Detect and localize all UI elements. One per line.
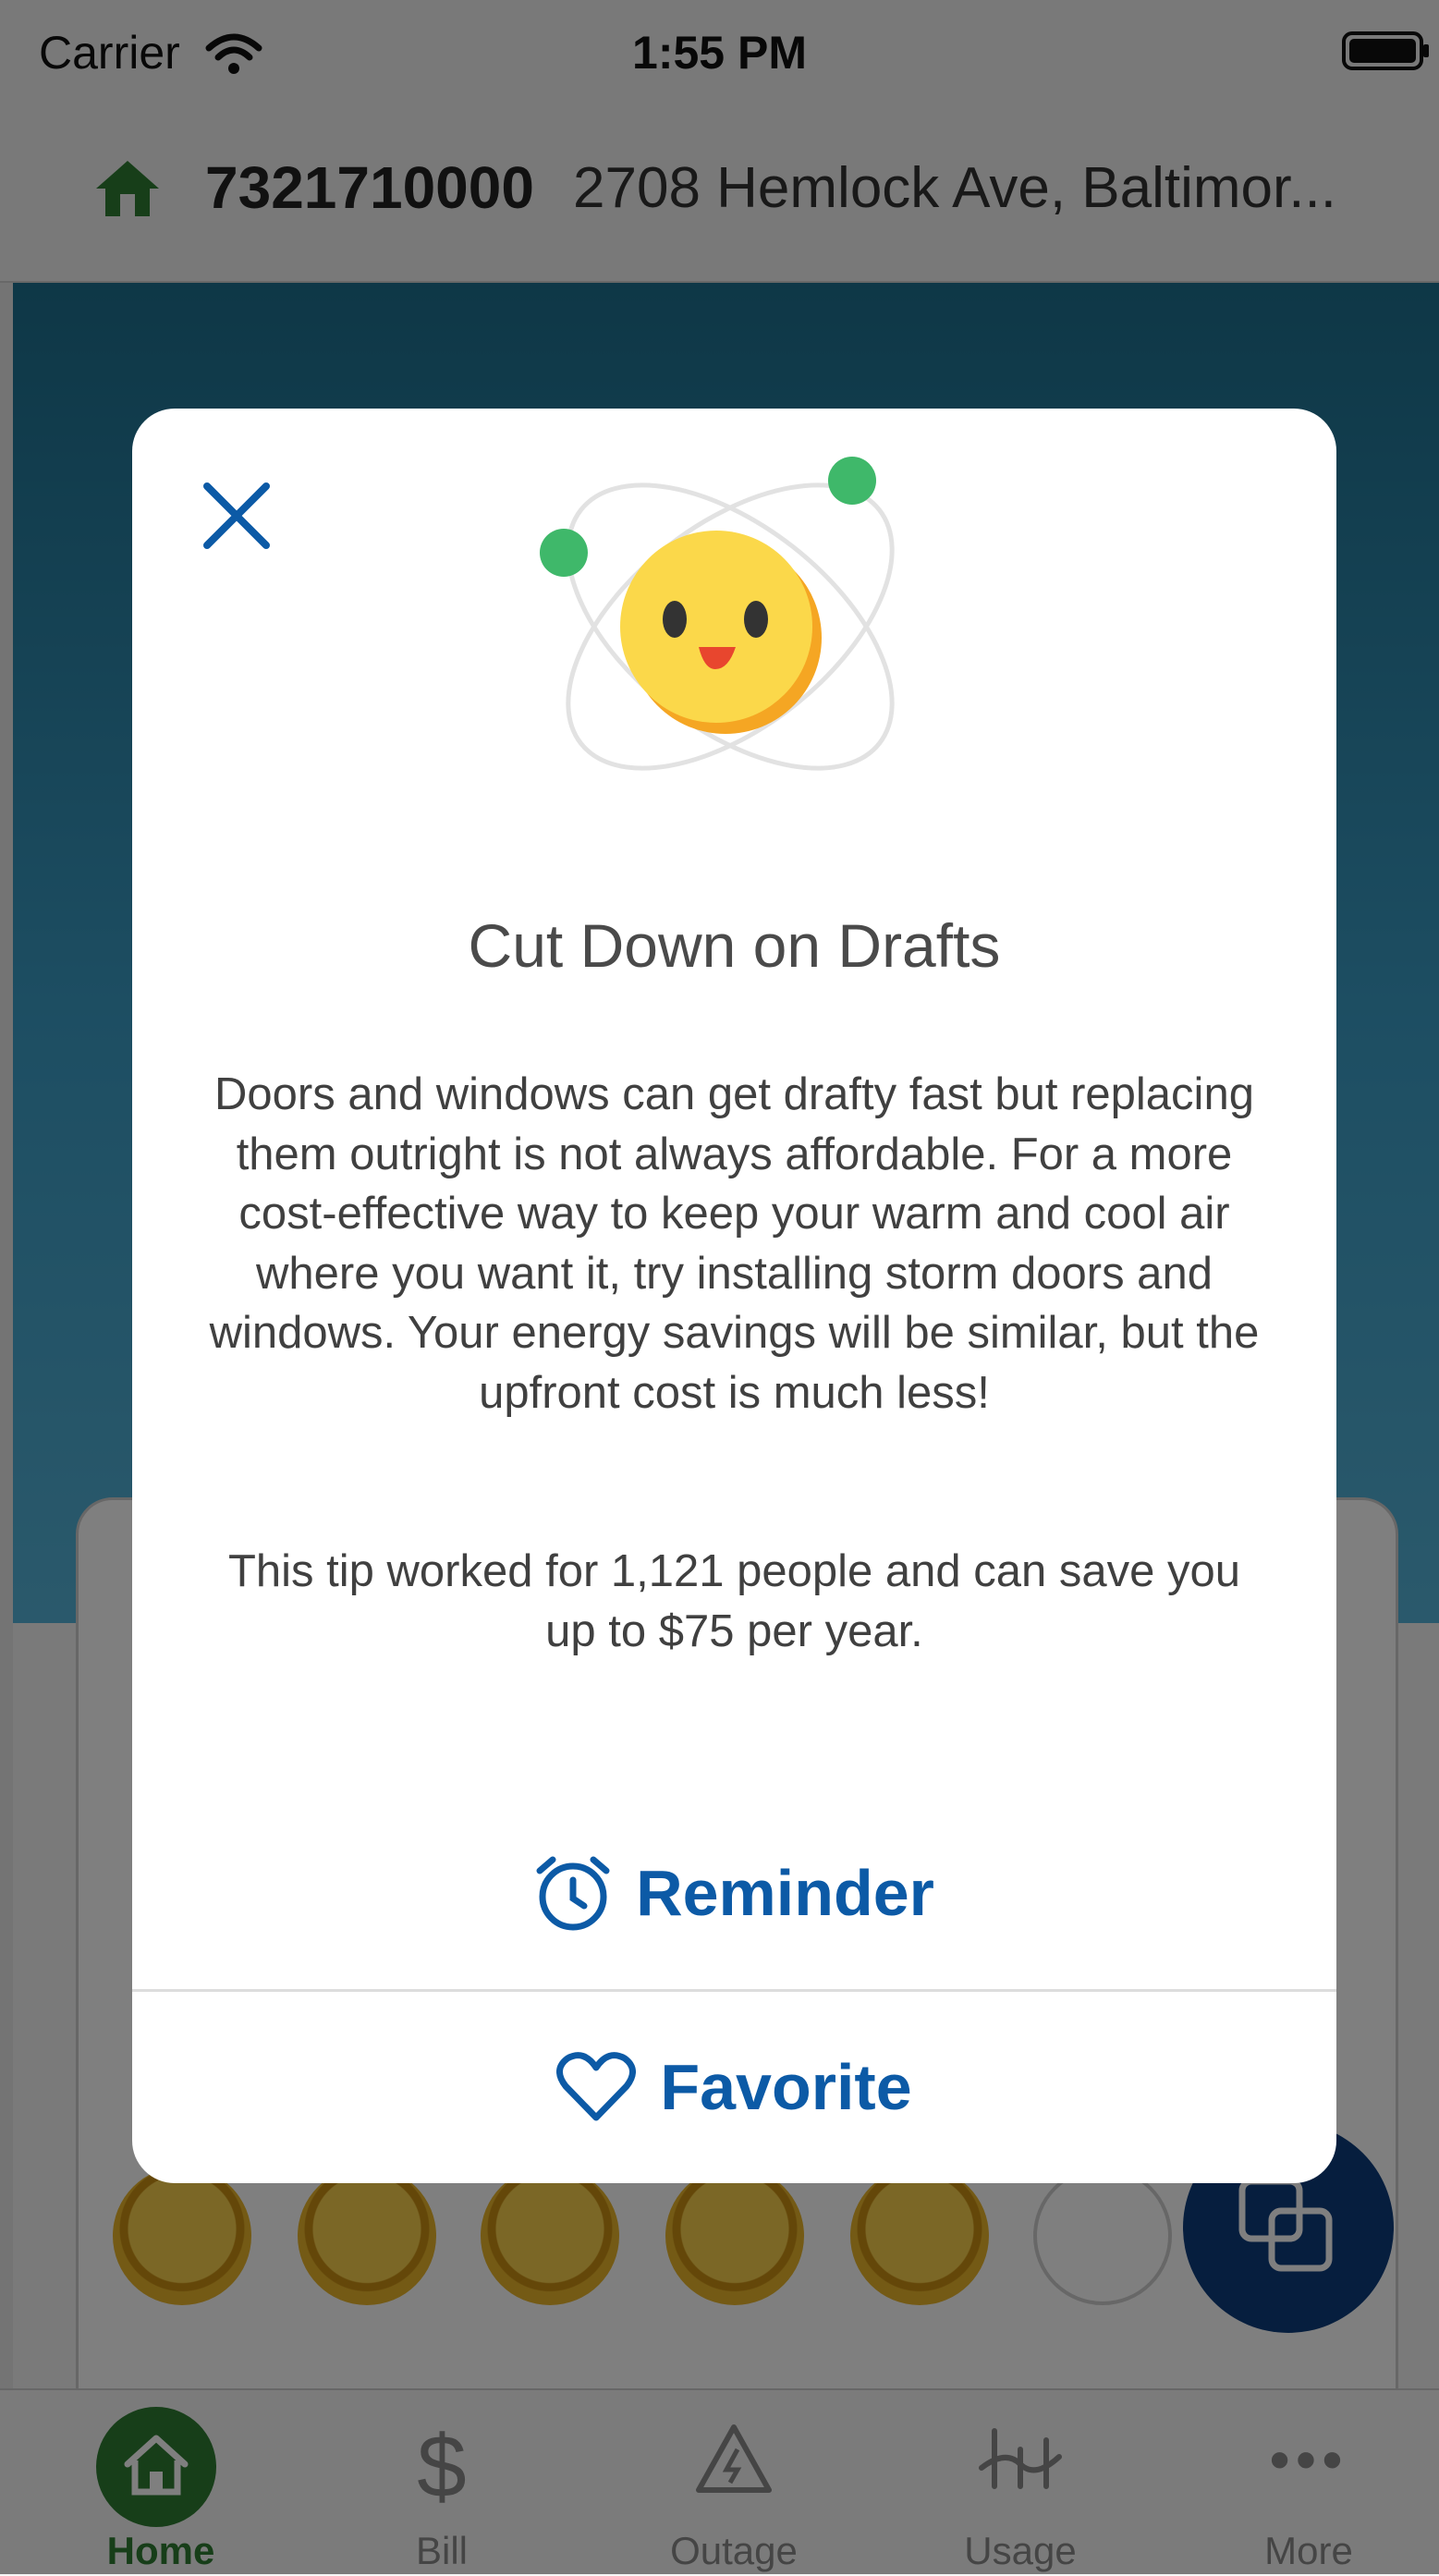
tip-title: Cut Down on Drafts (468, 911, 1001, 980)
reminder-label: Reminder (636, 1856, 934, 1929)
alarm-clock-icon (536, 1856, 610, 1930)
tip-description: Doors and windows can get drafty fast bu… (209, 1069, 1260, 1418)
favorite-button[interactable]: Favorite (132, 1992, 1336, 2181)
heart-icon (556, 2051, 637, 2120)
close-icon (203, 482, 270, 549)
reminder-button[interactable]: Reminder (132, 1798, 1336, 1987)
favorite-label: Favorite (660, 2050, 912, 2123)
tip-savings-stats: This tip worked for 1,121 people and can… (227, 1546, 1240, 1656)
atom-mascot-icon (540, 457, 895, 771)
close-button[interactable] (183, 462, 290, 569)
